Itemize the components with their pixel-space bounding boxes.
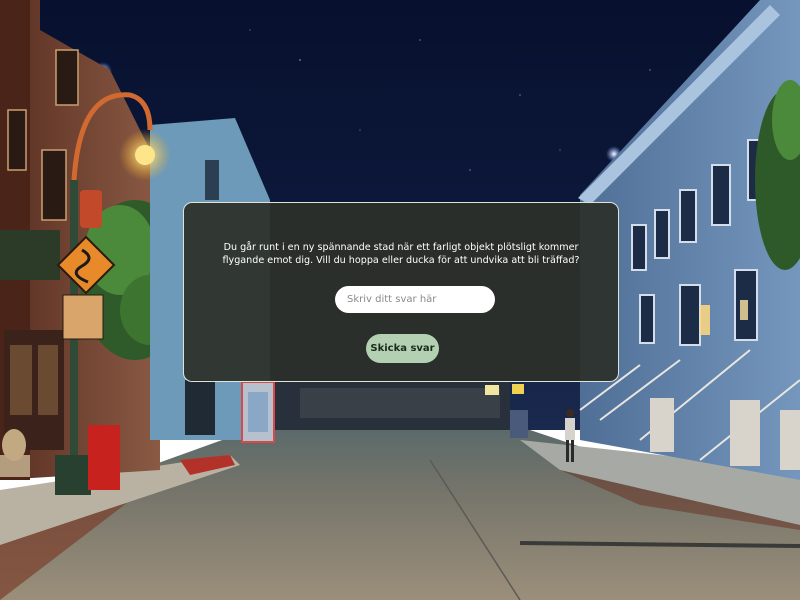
answer-input[interactable] xyxy=(335,286,495,313)
submit-answer-button[interactable]: Skicka svar xyxy=(366,334,439,363)
question-text: Du går runt i en ny spännande stad när e… xyxy=(222,242,580,266)
phone-booth-icon xyxy=(241,381,275,443)
fire-hydrant-icon xyxy=(88,425,120,490)
question-dialog: Du går runt i en ny spännande stad när e… xyxy=(183,202,619,382)
